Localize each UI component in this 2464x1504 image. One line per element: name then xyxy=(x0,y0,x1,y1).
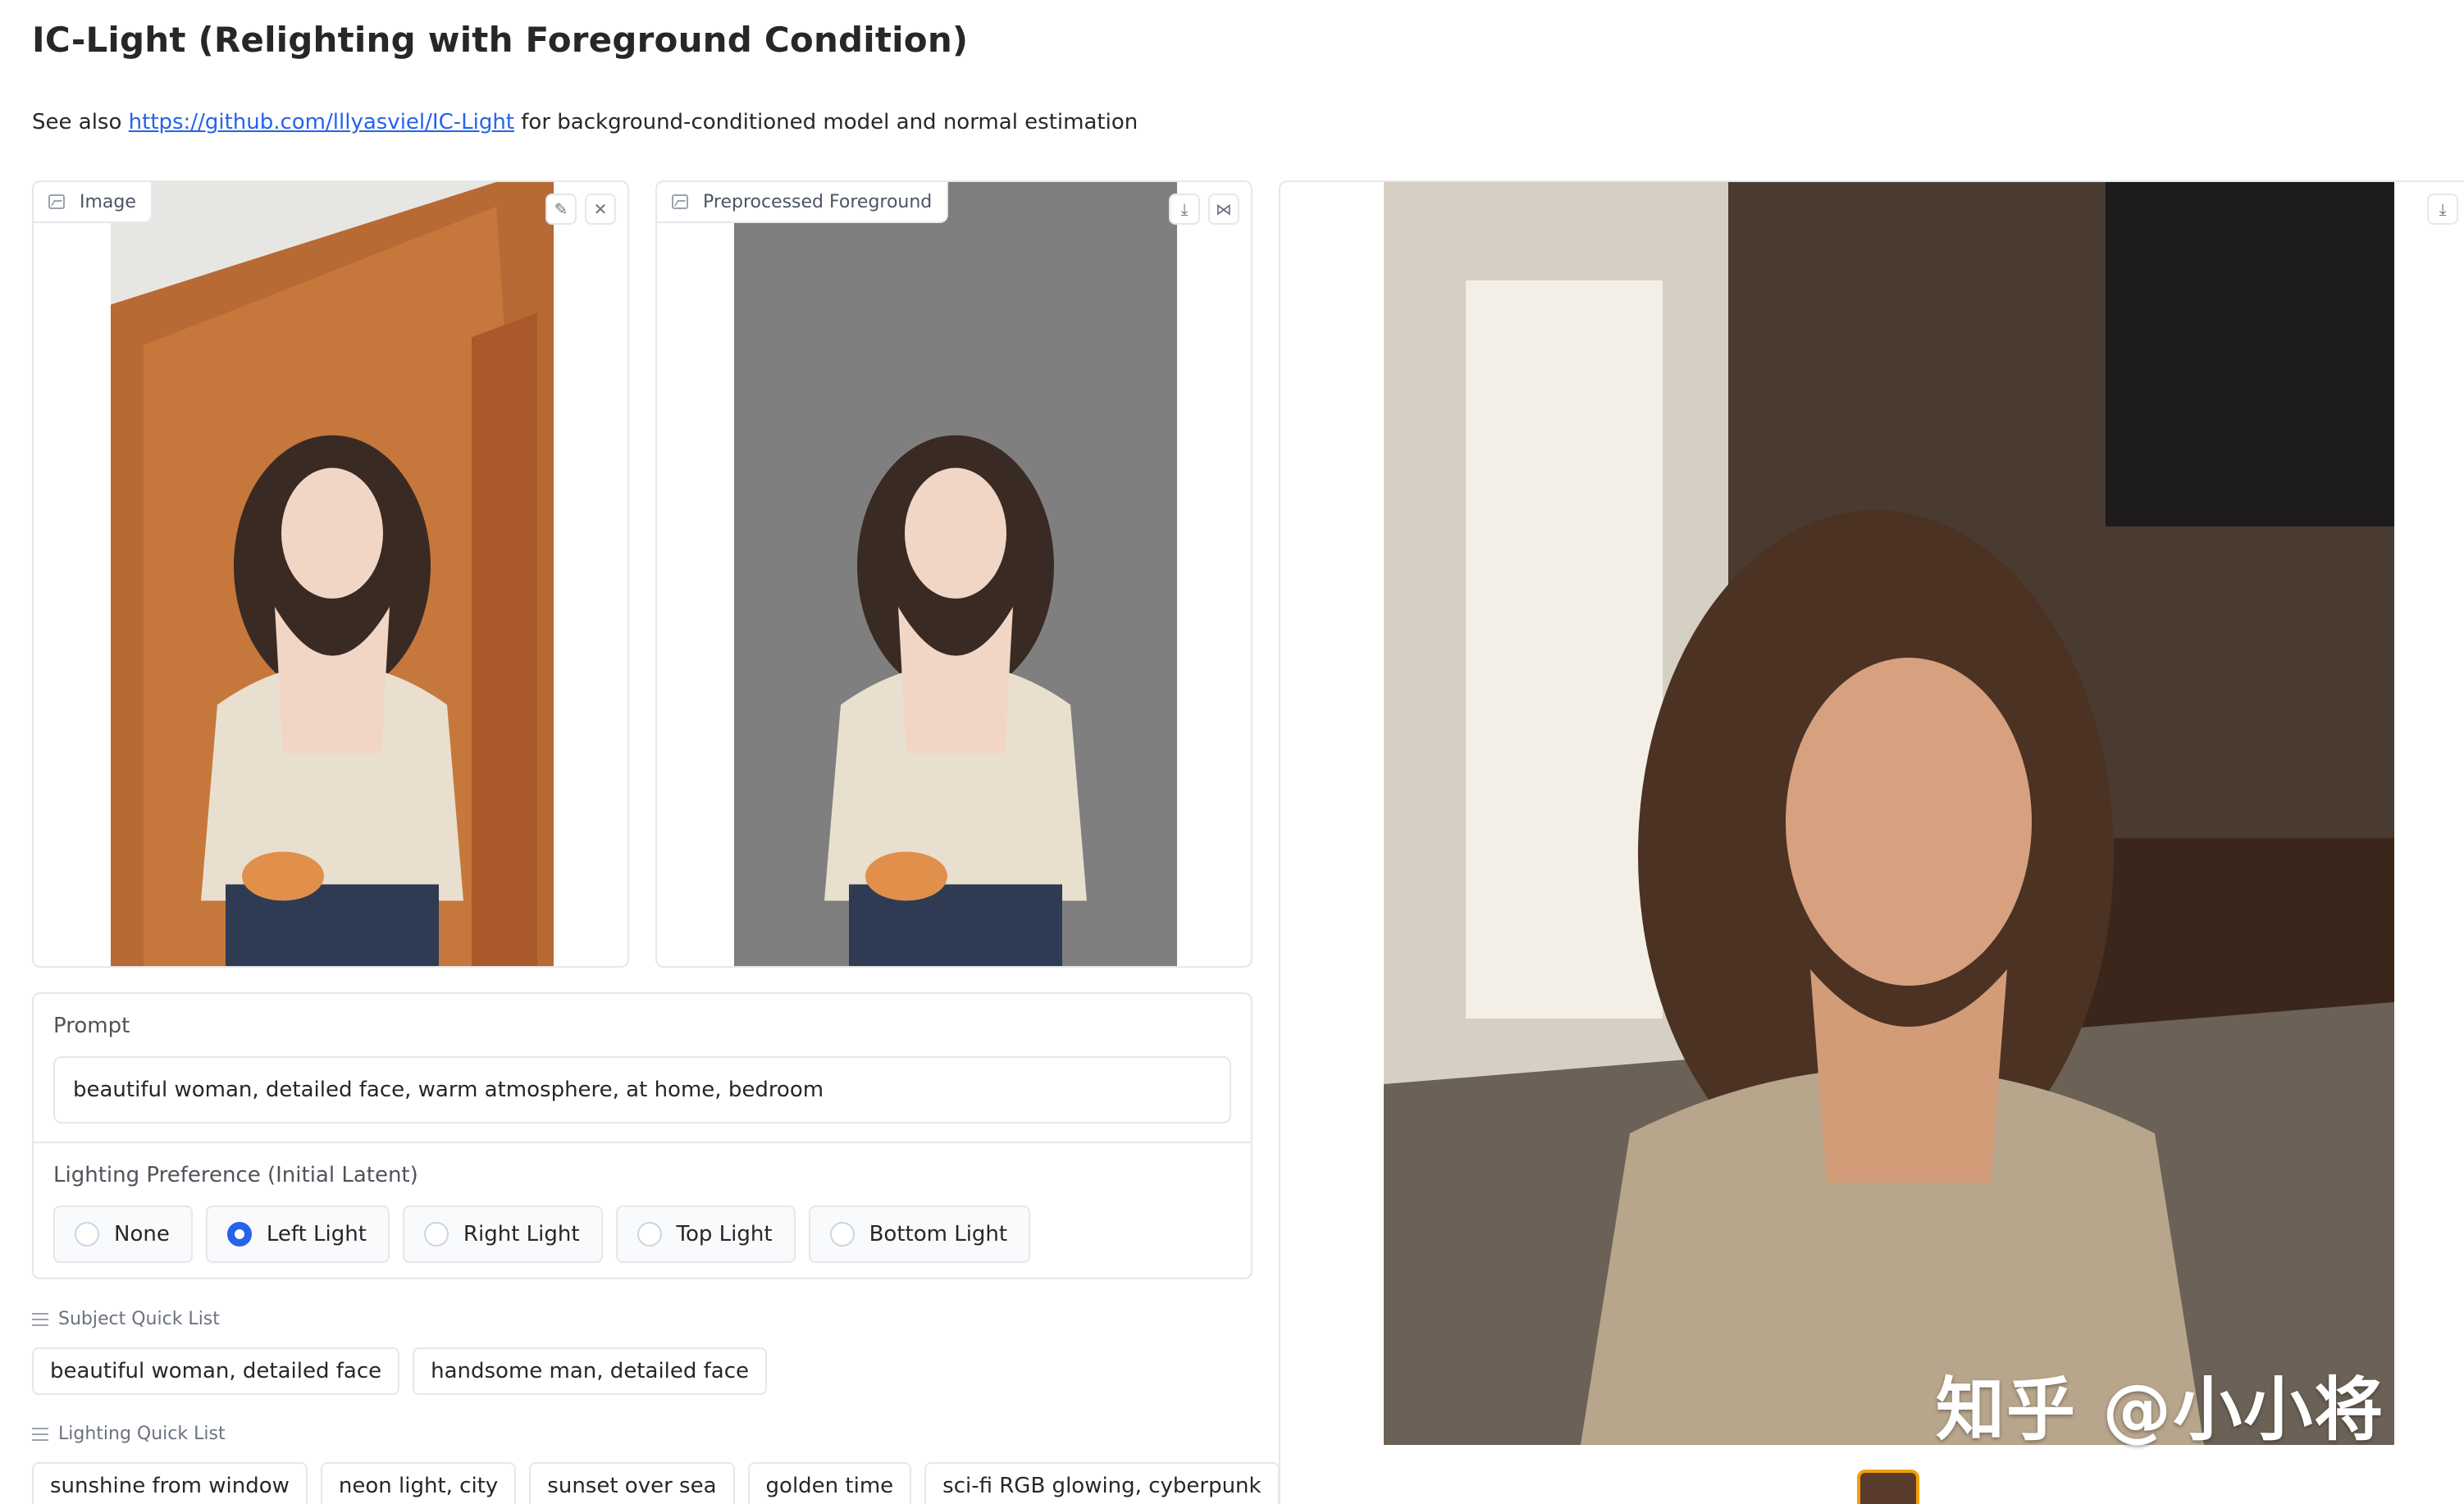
image-icon xyxy=(48,194,65,209)
lighting-quick-list-label: Lighting Quick List xyxy=(58,1424,226,1444)
image-icon xyxy=(672,194,688,209)
edit-icon: ✎ xyxy=(554,199,568,219)
subject-quick-list: beautiful woman, detailed face handsome … xyxy=(32,1347,768,1395)
lighting-radio-group: None Left Light Right Light Top Light Bo… xyxy=(53,1205,1031,1263)
input-image-label-text: Image xyxy=(80,191,136,212)
list-icon xyxy=(32,1312,48,1326)
page-title: IC-Light (Relighting with Foreground Con… xyxy=(32,20,969,60)
edit-button[interactable]: ✎ xyxy=(545,194,577,225)
radio-dot xyxy=(637,1222,662,1246)
preprocessed-photo xyxy=(734,182,1177,966)
divider xyxy=(34,1142,1251,1143)
radio-label: Top Light xyxy=(676,1222,773,1246)
download-icon: ⤓ xyxy=(1180,199,1189,219)
lighting-chip[interactable]: sunshine from window xyxy=(32,1462,308,1504)
lighting-chip[interactable]: neon light, city xyxy=(320,1462,517,1504)
radio-right-light[interactable]: Right Light xyxy=(402,1205,603,1263)
subject-quick-list-label: Subject Quick List xyxy=(58,1309,220,1329)
download-button[interactable]: ⤓ xyxy=(1169,194,1200,225)
preprocessed-label-text: Preprocessed Foreground xyxy=(703,191,933,212)
download-button[interactable]: ⤓ xyxy=(2427,194,2458,225)
preprocessed-image-label: Preprocessed Foreground xyxy=(657,182,949,223)
prompt-label: Prompt xyxy=(53,1014,130,1038)
radio-dot xyxy=(75,1222,99,1246)
gallery-thumbnail[interactable] xyxy=(1857,1470,1919,1504)
share-button[interactable]: ⋈ xyxy=(1208,194,1239,225)
lighting-quick-list-header: Lighting Quick List xyxy=(32,1424,226,1444)
radio-dot xyxy=(829,1222,855,1246)
output-photo xyxy=(1384,182,2394,1445)
input-photo xyxy=(111,182,554,966)
prompt-input[interactable]: beautiful woman, detailed face, warm atm… xyxy=(53,1056,1231,1123)
lighting-chip[interactable]: golden time xyxy=(747,1462,912,1504)
subject-chip[interactable]: handsome man, detailed face xyxy=(413,1347,768,1395)
subject-chip[interactable]: beautiful woman, detailed face xyxy=(32,1347,400,1395)
radio-none[interactable]: None xyxy=(53,1205,193,1263)
list-icon xyxy=(32,1427,48,1441)
input-image-panel[interactable]: Image ✎ ✕ xyxy=(32,180,629,968)
input-image-label: Image xyxy=(34,182,153,223)
preprocessed-image-panel[interactable]: Preprocessed Foreground ⤓ ⋈ xyxy=(655,180,1253,968)
radio-dot-selected xyxy=(226,1222,252,1246)
share-icon: ⋈ xyxy=(1216,199,1232,219)
radio-dot xyxy=(423,1222,449,1246)
download-icon: ⤓ xyxy=(2439,199,2447,219)
radio-label: Left Light xyxy=(266,1222,367,1246)
settings-block: Prompt beautiful woman, detailed face, w… xyxy=(32,992,1253,1279)
lighting-label: Lighting Preference (Initial Latent) xyxy=(53,1163,418,1187)
radio-left-light[interactable]: Left Light xyxy=(205,1205,390,1263)
page-subtitle: See also https://github.com/lllyasviel/I… xyxy=(32,110,1138,134)
watermark-text: 知乎 @小小将 xyxy=(1936,1370,2385,1450)
radio-top-light[interactable]: Top Light xyxy=(615,1205,796,1263)
subject-quick-list-header: Subject Quick List xyxy=(32,1309,220,1329)
lighting-chip[interactable]: sci-fi RGB glowing, cyberpunk xyxy=(924,1462,1280,1504)
radio-label: Bottom Light xyxy=(869,1222,1008,1246)
subtitle-prefix: See also xyxy=(32,110,129,134)
close-icon: ✕ xyxy=(593,199,608,219)
radio-label: None xyxy=(114,1222,170,1246)
radio-label: Right Light xyxy=(463,1222,580,1246)
lighting-chip[interactable]: sunset over sea xyxy=(529,1462,735,1504)
radio-bottom-light[interactable]: Bottom Light xyxy=(808,1205,1031,1263)
lighting-quick-list: sunshine from window neon light, city su… xyxy=(32,1462,1280,1504)
github-link[interactable]: https://github.com/lllyasviel/IC-Light xyxy=(129,110,514,134)
subtitle-suffix: for background-conditioned model and nor… xyxy=(514,110,1138,134)
output-gallery-panel[interactable]: ⤓ xyxy=(1279,180,2464,1504)
clear-image-button[interactable]: ✕ xyxy=(585,194,616,225)
